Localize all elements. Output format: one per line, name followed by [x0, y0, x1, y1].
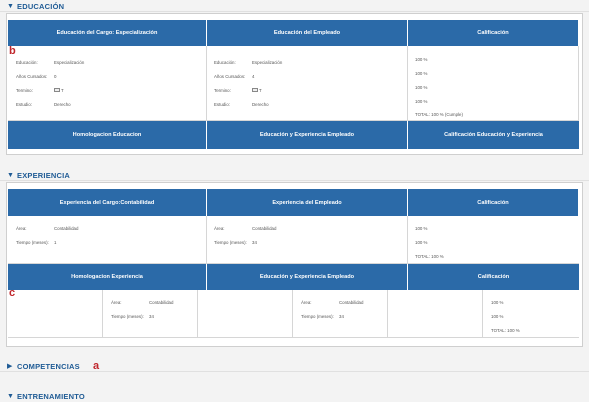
checkbox-icon[interactable]	[54, 88, 60, 93]
score-value: 100 %	[415, 84, 428, 90]
cargo-education-row: Educación: Especialización	[16, 59, 85, 65]
score-total: TOTAL: 100 %	[491, 327, 520, 333]
score-value: 100 %	[491, 313, 504, 319]
section-header-educacion[interactable]: ▼ EDUCACIÓN	[0, 0, 589, 12]
empleado-experience-cell: Área: Contabilidad Tiempo (meses): 34	[207, 216, 408, 264]
column-header: Experiencia del Empleado	[207, 189, 408, 216]
column-header: Homologacion Experiencia	[8, 264, 207, 290]
column-header: Educación y Experiencia Empleado	[207, 121, 408, 149]
score-total: TOTAL: 100 %	[415, 253, 444, 259]
column-header: Calificación	[408, 189, 579, 216]
educacion-table: Educación del Cargo: Especialización Edu…	[8, 20, 579, 149]
column-header: Calificación	[408, 20, 579, 46]
cargo-estudio-row: Estudio: Derecho	[16, 101, 71, 107]
section-header-entrenamiento[interactable]: ▼ ENTRENAMIENTO	[0, 390, 589, 402]
homologacion-middle-cell: Área: Contabilidad Tiempo (meses): 34	[293, 290, 388, 338]
section-header-competencias[interactable]: ▶ COMPETENCIAS	[0, 360, 589, 372]
empleado-years-row: Años Cursados: 4	[214, 73, 255, 79]
empleado-tiempo-row: Tiempo (meses): 34	[214, 239, 257, 245]
expand-arrow-icon[interactable]: ▶	[7, 362, 17, 370]
experiencia-table: Experiencia del Cargo:Contabilidad Exper…	[8, 189, 579, 264]
column-header: Calificación Educación y Experiencia	[408, 121, 579, 149]
empleado-estudio-row: Estudio: Derecho	[214, 101, 269, 107]
score-value: 100 %	[415, 98, 428, 104]
homologacion-header-row: Homologacion Experiencia Educación y Exp…	[8, 264, 579, 290]
column-header: Educación del Cargo: Especialización	[8, 20, 207, 46]
score-value: 100 %	[415, 239, 428, 245]
empleado-area-row: Área: Contabilidad	[214, 225, 277, 231]
cargo-termino-row: Termino: T	[16, 87, 64, 93]
empleado-education-row: Educación: Especialización	[214, 59, 283, 65]
calificacion-experience-cell: 100 % 100 % TOTAL: 100 %	[408, 216, 579, 264]
column-header: Calificación	[408, 264, 579, 290]
column-header: Homologacion Educacion	[8, 121, 207, 149]
collapse-arrow-icon[interactable]: ▼	[7, 172, 17, 179]
column-header: Experiencia del Cargo:Contabilidad	[8, 189, 207, 216]
score-value: 100 %	[415, 56, 428, 62]
cargo-experience-cell: Área: Contabilidad Tiempo (meses): 1	[8, 216, 207, 264]
score-total: TOTAL: 100 % (Cumple)	[415, 111, 463, 117]
section-title-experiencia: EXPERIENCIA	[17, 170, 71, 180]
calificacion-education-cell: 100 % 100 % 100 % 100 % TOTAL: 100 % (Cu…	[408, 46, 579, 121]
section-title-competencias: COMPETENCIAS	[17, 361, 80, 371]
score-value: 100 %	[415, 70, 428, 76]
score-value: 100 %	[491, 299, 504, 305]
annotation-c: c	[9, 287, 16, 299]
cargo-area-row: Área: Contabilidad	[16, 225, 79, 231]
homologacion-left-cell: Área: Contabilidad Tiempo (meses): 34	[103, 290, 198, 338]
section-header-experiencia[interactable]: ▼ EXPERIENCIA	[0, 169, 589, 181]
homologacion-calificacion-cell: 100 % 100 % TOTAL: 100 %	[483, 290, 579, 338]
homologacion-body-row: Área: Contabilidad Tiempo (meses): 34 Ár…	[8, 290, 579, 338]
cargo-years-row: Años Cursados: 0	[16, 73, 57, 79]
homologacion-area-row: Área: Contabilidad	[111, 299, 174, 305]
section-title-entrenamiento: ENTRENAMIENTO	[17, 391, 85, 401]
cargo-tiempo-row: Tiempo (meses): 1	[16, 239, 57, 245]
collapse-arrow-icon[interactable]: ▼	[7, 3, 17, 10]
column-header: Educación y Experiencia Empleado	[207, 264, 408, 290]
collapse-arrow-icon[interactable]: ▼	[7, 393, 17, 400]
empleado-termino-row: Termino: T	[214, 87, 262, 93]
empleado-education-cell: Educación: Especialización Años Cursados…	[207, 46, 408, 121]
homologacion-area-row: Área: Contabilidad	[301, 299, 364, 305]
homologacion-tiempo-row: Tiempo (meses): 34	[111, 313, 154, 319]
score-value: 100 %	[415, 225, 428, 231]
annotation-a: a	[93, 360, 100, 372]
annotation-b: b	[9, 45, 16, 57]
checkbox-icon[interactable]	[252, 88, 258, 93]
homologacion-tiempo-row: Tiempo (meses): 34	[301, 313, 344, 319]
column-header: Educación del Empleado	[207, 20, 408, 46]
cargo-education-cell: Educación: Especialización Años Cursados…	[8, 46, 207, 121]
section-title-educacion: EDUCACIÓN	[17, 1, 65, 11]
